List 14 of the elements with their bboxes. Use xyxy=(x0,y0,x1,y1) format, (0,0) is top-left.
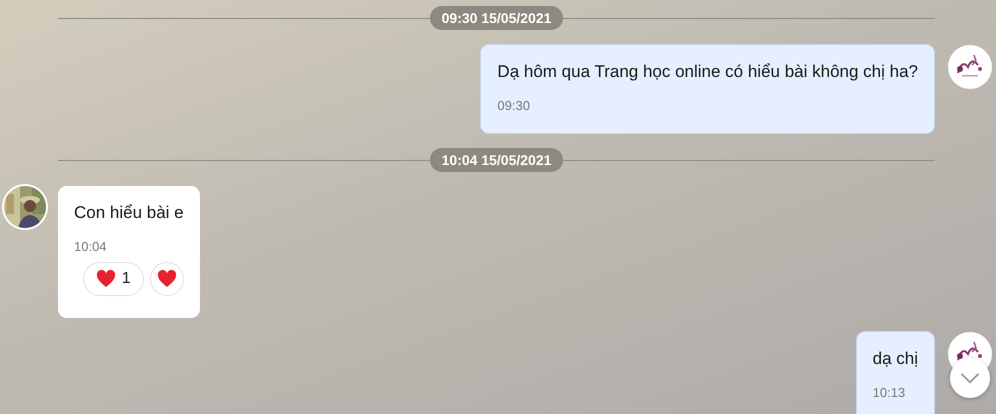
message-text: dạ chị xyxy=(872,348,918,370)
message-text: Con hiểu bài e xyxy=(74,202,184,224)
message-text: Dạ hôm qua Trang học online có hiểu bài không chị ha? xyxy=(497,61,918,83)
add-reaction-button[interactable] xyxy=(150,262,184,296)
heart-icon xyxy=(96,270,116,288)
reaction-chip[interactable]: 1 xyxy=(82,262,144,296)
heart-icon xyxy=(156,270,177,288)
message-time: 10:04 xyxy=(74,239,108,254)
message-time: 09:30 xyxy=(497,98,531,113)
timestamp-divider: 10:04 15/05/2021 xyxy=(430,148,564,172)
message-time: 10:13 xyxy=(872,385,906,400)
chevron-down-icon xyxy=(959,372,981,384)
timestamp-divider: 09:30 15/05/2021 xyxy=(430,6,564,30)
scroll-down-button[interactable] xyxy=(950,358,990,398)
